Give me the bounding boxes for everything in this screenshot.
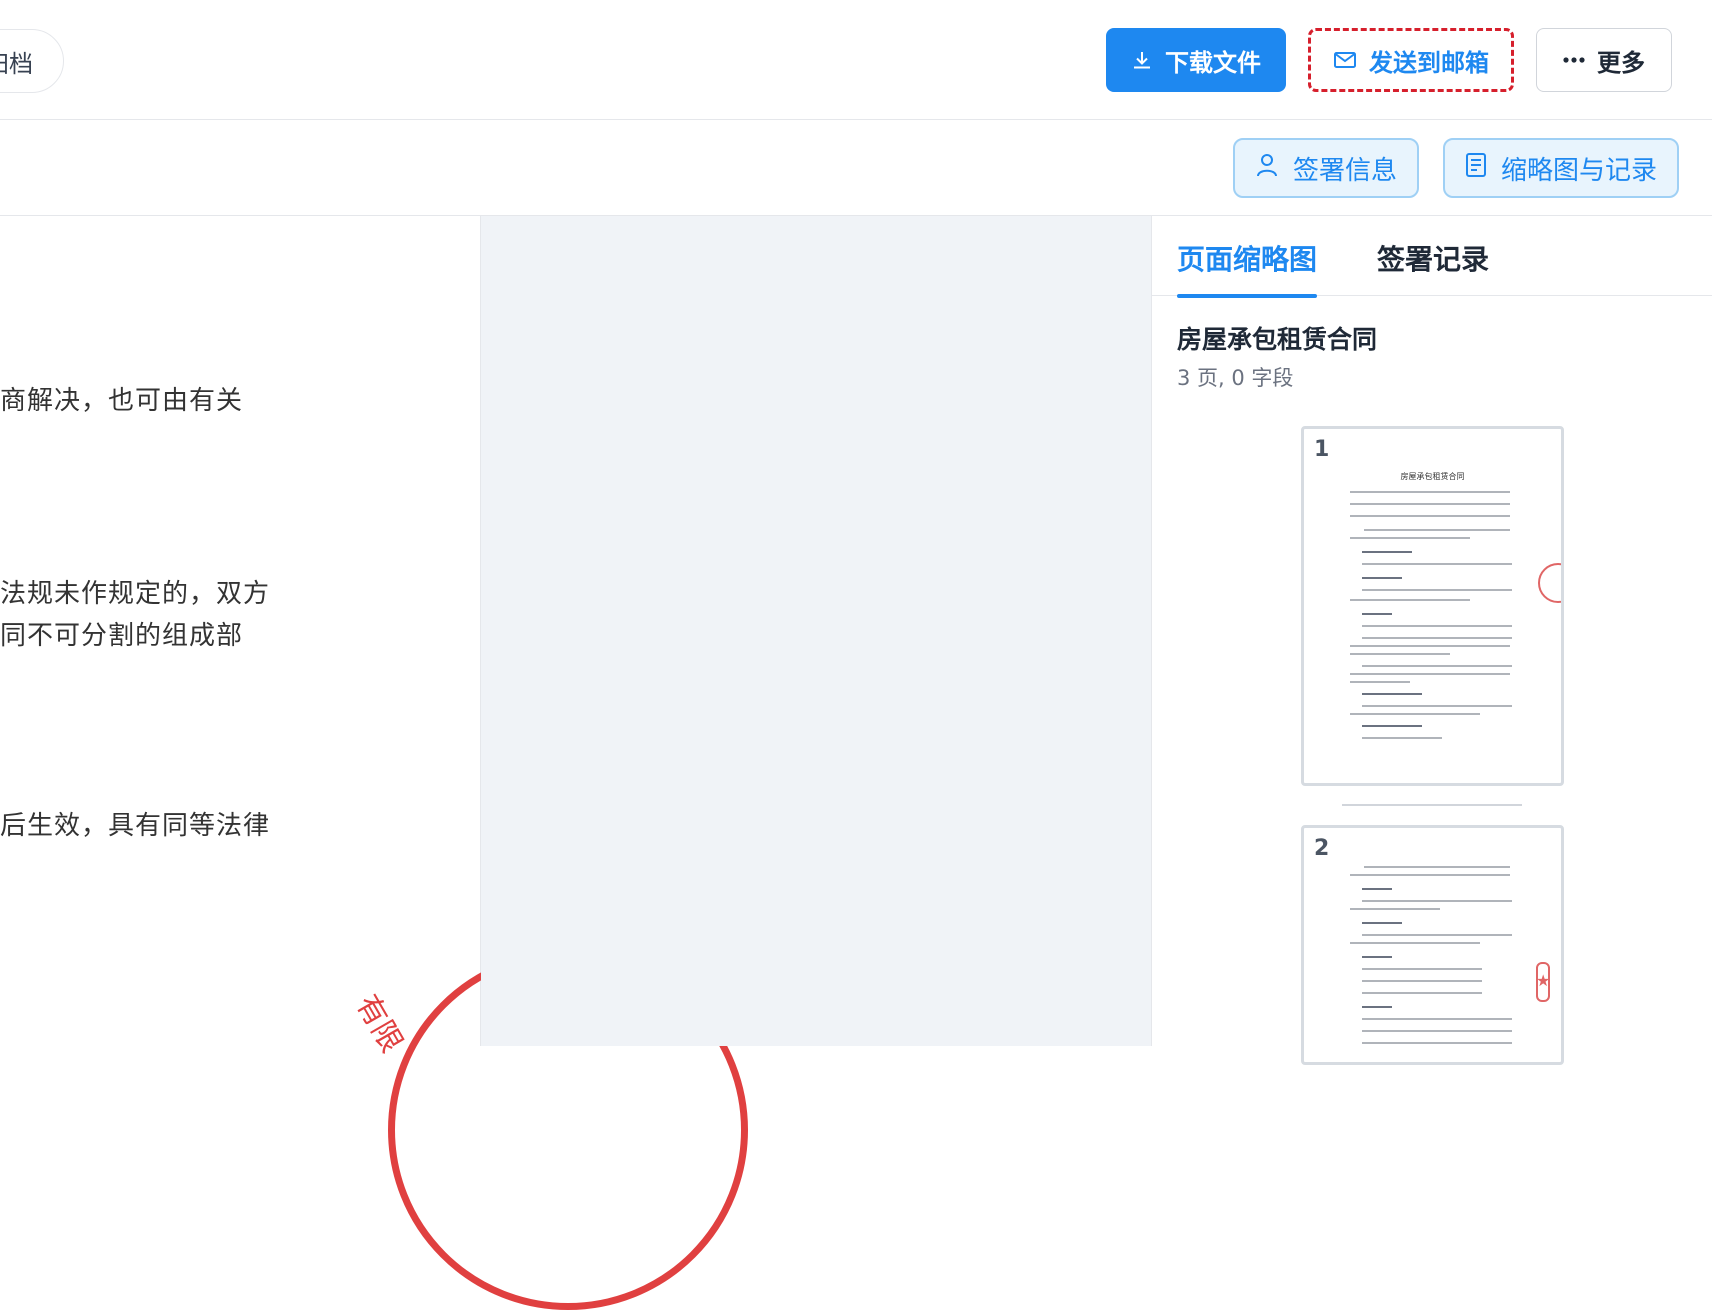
seal-icon: [1538, 563, 1561, 603]
mail-icon: [1333, 50, 1357, 70]
thumbnail-title: 房屋承包租赁合同: [1400, 472, 1465, 481]
download-button[interactable]: 下载文件: [1106, 28, 1286, 92]
page-number: 1: [1314, 437, 1330, 462]
document-text-line: 同不可分割的组成部: [0, 621, 244, 651]
document-list-icon: [1465, 152, 1487, 185]
panel-tabs: 页面缩略图 签署记录: [1152, 216, 1712, 298]
archive-label: 归档: [0, 49, 33, 78]
star-icon: ★: [1536, 971, 1551, 990]
send-email-label: 发送到邮箱: [1369, 48, 1489, 77]
send-email-button[interactable]: 发送到邮箱: [1308, 28, 1514, 92]
page-thumbnail-2[interactable]: 2 ★: [1301, 825, 1564, 1065]
thumbnail-panel: 页面缩略图 签署记录 房屋承包租赁合同 3 页, 0 字段 1 房屋承包租赁合同…: [1151, 216, 1712, 1065]
page-number: 2: [1314, 836, 1330, 861]
archive-button[interactable]: 归档: [0, 29, 64, 93]
download-label: 下载文件: [1165, 48, 1261, 77]
document-text-line: 后生效，具有同等法律: [0, 811, 271, 841]
more-label: 更多: [1597, 48, 1645, 77]
download-icon: [1131, 49, 1153, 71]
document-meta: 3 页, 0 字段: [1177, 366, 1294, 390]
document-page: 商解决，也可由有关 法规未作规定的，双方 同不可分割的组成部 后生效，具有同等法…: [0, 216, 481, 1046]
sign-info-label: 签署信息: [1292, 155, 1397, 186]
thumbnail-divider: [1342, 804, 1522, 806]
document-title: 房屋承包租赁合同: [1177, 325, 1378, 354]
tab-signing-records[interactable]: 签署记录: [1377, 238, 1489, 278]
document-text-line: 法规未作规定的，双方: [0, 579, 271, 609]
top-header: 归档 下载文件 发送到邮箱 更多: [0, 0, 1712, 120]
more-button[interactable]: 更多: [1536, 28, 1672, 92]
view-toolbar: 签署信息 缩略图与记录: [0, 121, 1712, 216]
document-canvas-background: [481, 216, 1151, 1046]
tab-page-thumbnails[interactable]: 页面缩略图: [1177, 238, 1318, 298]
thumbnails-records-button[interactable]: 缩略图与记录: [1443, 138, 1679, 198]
page-thumbnail-1[interactable]: 1 房屋承包租赁合同: [1301, 426, 1564, 786]
user-icon: [1255, 152, 1279, 185]
document-text-line: 商解决，也可由有关: [0, 386, 244, 416]
thumbnails-records-label: 缩略图与记录: [1500, 155, 1657, 186]
more-dots-icon: [1563, 57, 1585, 63]
sign-info-button[interactable]: 签署信息: [1233, 138, 1419, 198]
